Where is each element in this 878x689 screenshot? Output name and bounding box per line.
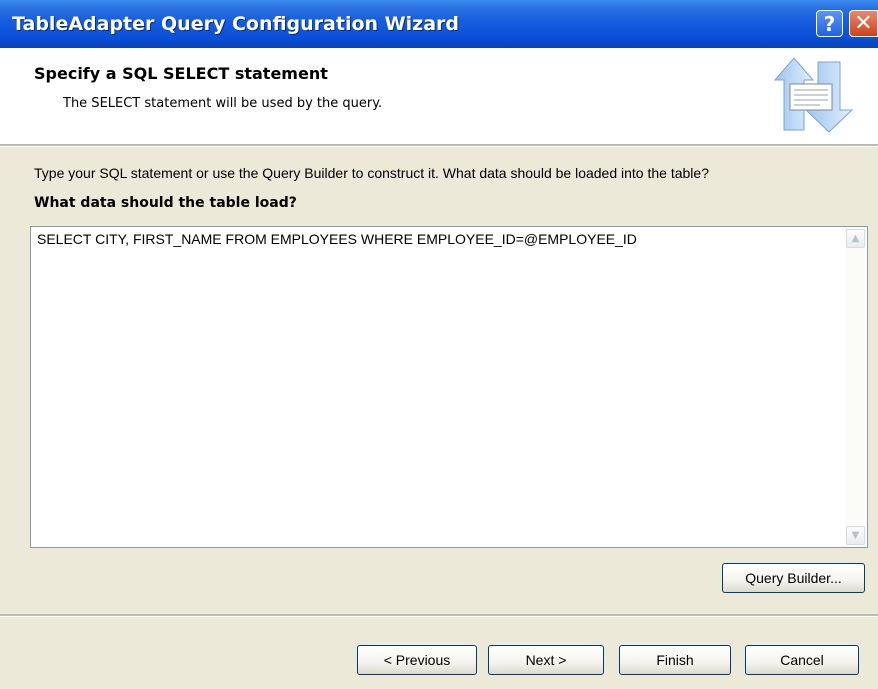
page-subtitle: The SELECT statement will be used by the… [63,96,383,111]
query-builder-button[interactable]: Query Builder... [722,563,865,593]
scroll-up-icon[interactable]: ▲ [846,229,865,248]
help-button[interactable]: ? [816,10,843,37]
wizard-data-icon [773,57,854,133]
header-divider [0,144,878,147]
finish-button[interactable]: Finish [619,645,731,675]
previous-button[interactable]: < Previous [357,645,477,675]
instruction-text: Type your SQL statement or use the Query… [34,165,709,181]
footer-divider [0,614,878,617]
cancel-button[interactable]: Cancel [745,645,859,675]
sql-prompt-label: What data should the table load? [34,195,297,211]
page-title: Specify a SQL SELECT statement [34,64,328,83]
wizard-window: TableAdapter Query Configuration Wizard … [0,0,878,689]
title-bar[interactable]: TableAdapter Query Configuration Wizard … [0,0,878,48]
next-button[interactable]: Next > [488,645,604,675]
sql-statement-textarea[interactable]: SELECT CITY, FIRST_NAME FROM EMPLOYEES W… [30,226,868,548]
close-button[interactable]: ✕ [849,10,878,37]
vertical-scrollbar[interactable]: ▲ ▼ [845,228,866,546]
sql-statement-text: SELECT CITY, FIRST_NAME FROM EMPLOYEES W… [37,231,637,247]
window-title: TableAdapter Query Configuration Wizard [12,13,459,35]
scroll-down-icon[interactable]: ▼ [846,526,865,545]
